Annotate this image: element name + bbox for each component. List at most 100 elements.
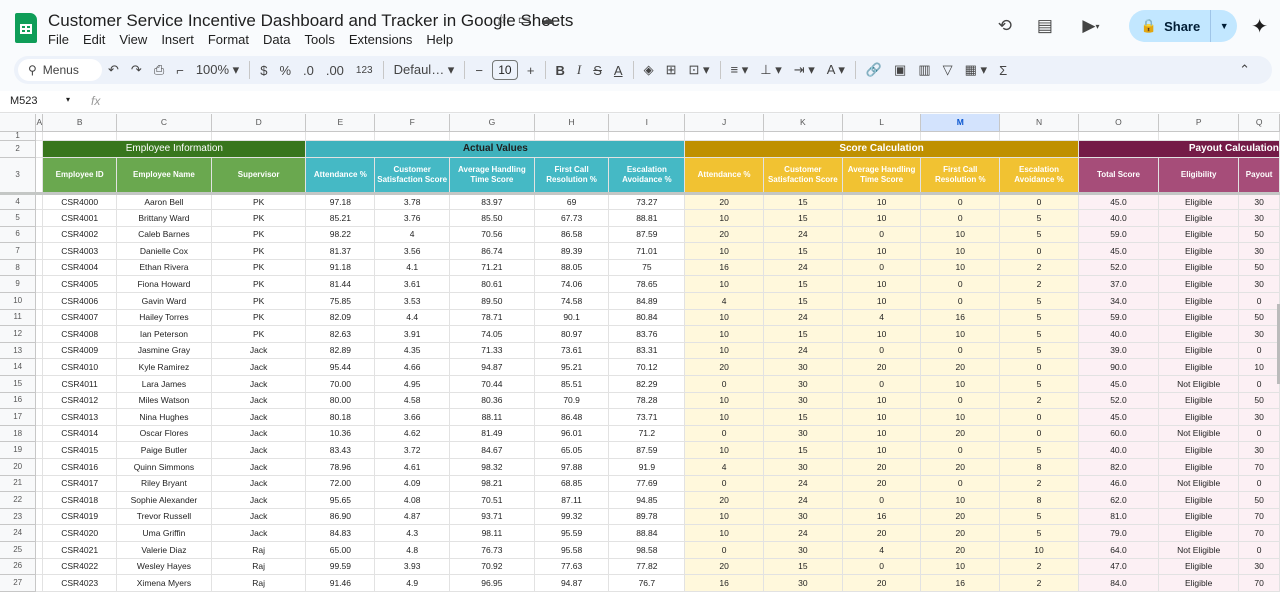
cell[interactable] bbox=[35, 242, 44, 260]
redo-icon[interactable]: ↷ bbox=[125, 62, 148, 78]
table-cell[interactable]: 2 bbox=[999, 392, 1079, 410]
table-cell[interactable]: Jack bbox=[211, 491, 307, 509]
font-select[interactable]: Defaul… ▾ bbox=[388, 62, 461, 78]
table-cell[interactable]: 0 bbox=[999, 193, 1079, 211]
table-cell[interactable]: 10 bbox=[920, 491, 1001, 509]
table-cell[interactable]: 78.71 bbox=[449, 309, 535, 327]
bold-icon[interactable]: B bbox=[550, 63, 571, 78]
table-cell[interactable]: CSR4019 bbox=[42, 508, 118, 526]
table-cell[interactable]: 3.93 bbox=[374, 558, 451, 576]
table-cell[interactable]: 0 bbox=[684, 375, 764, 393]
row-number[interactable]: 5 bbox=[0, 209, 37, 227]
table-cell[interactable]: 8 bbox=[999, 458, 1079, 476]
table-cell[interactable]: 0 bbox=[842, 375, 922, 393]
table-cell[interactable]: 16 bbox=[684, 259, 764, 277]
table-cell[interactable]: 59.0 bbox=[1078, 226, 1160, 244]
table-cell[interactable]: Jack bbox=[211, 342, 307, 360]
table-cell[interactable]: 20 bbox=[920, 508, 1001, 526]
table-cell[interactable]: 80.00 bbox=[305, 392, 376, 410]
table-cell[interactable]: Caleb Barnes bbox=[116, 226, 212, 244]
table-cell[interactable]: 10 bbox=[842, 275, 922, 294]
table-cell[interactable]: Eligible bbox=[1158, 209, 1240, 227]
table-cell[interactable]: 70.12 bbox=[608, 358, 686, 377]
table-cell[interactable]: 94.85 bbox=[608, 491, 686, 509]
table-cell[interactable]: CSR4001 bbox=[42, 209, 118, 227]
table-cell[interactable]: PK bbox=[211, 193, 307, 211]
table-cell[interactable]: 45.0 bbox=[1078, 408, 1160, 426]
table-cell[interactable]: 79.0 bbox=[1078, 524, 1160, 542]
table-cell[interactable]: 0 bbox=[842, 226, 922, 244]
table-cell[interactable]: Kyle Ramirez bbox=[116, 358, 212, 377]
table-cell[interactable]: 3.91 bbox=[374, 325, 451, 343]
table-cell[interactable]: 90.0 bbox=[1078, 358, 1160, 377]
table-cell[interactable]: 94.87 bbox=[534, 574, 610, 592]
table-cell[interactable]: 91.9 bbox=[608, 458, 686, 476]
column-header-f[interactable]: F bbox=[374, 114, 451, 132]
table-cell[interactable]: 10 bbox=[842, 242, 922, 260]
table-cell[interactable]: 20 bbox=[684, 358, 764, 377]
table-cell[interactable]: Eligible bbox=[1158, 491, 1240, 509]
table-cell[interactable]: PK bbox=[211, 259, 307, 277]
cell[interactable] bbox=[35, 392, 44, 410]
table-cell[interactable]: 73.61 bbox=[534, 342, 610, 360]
cell[interactable] bbox=[35, 574, 44, 592]
table-cell[interactable]: 0 bbox=[1238, 375, 1280, 393]
table-cell[interactable]: Ximena Myers bbox=[116, 574, 212, 592]
decrease-decimal-button[interactable]: .0 bbox=[297, 63, 320, 78]
table-cell[interactable]: Raj bbox=[211, 574, 307, 592]
table-cell[interactable]: PK bbox=[211, 292, 307, 310]
table-cell[interactable]: 4 bbox=[684, 458, 764, 476]
table-cell[interactable]: 4.62 bbox=[374, 425, 451, 443]
cell[interactable] bbox=[35, 226, 44, 244]
table-cell[interactable]: 10 bbox=[842, 392, 922, 410]
table-cell[interactable]: Jack bbox=[211, 441, 307, 459]
table-cell[interactable]: 24 bbox=[763, 309, 843, 327]
table-cell[interactable]: Eligible bbox=[1158, 275, 1240, 294]
table-cell[interactable]: CSR4011 bbox=[42, 375, 118, 393]
table-cell[interactable]: 70.51 bbox=[449, 491, 535, 509]
cell[interactable] bbox=[35, 358, 44, 377]
table-cell[interactable]: 10 bbox=[920, 226, 1001, 244]
table-cell[interactable]: 5 bbox=[999, 375, 1079, 393]
column-header-i[interactable]: I bbox=[608, 114, 686, 132]
header-cell[interactable]: Average Handling Time Score bbox=[842, 157, 922, 195]
share-button[interactable]: 🔒 Share ▼ bbox=[1128, 10, 1238, 42]
table-cell[interactable]: 77.63 bbox=[534, 558, 610, 576]
table-cell[interactable]: 15 bbox=[763, 292, 843, 310]
paint-format-icon[interactable]: ⌐ bbox=[170, 63, 190, 78]
table-cell[interactable]: 71.2 bbox=[608, 425, 686, 443]
group-score-calculation[interactable]: Score Calculation bbox=[684, 140, 1079, 158]
row-number[interactable]: 7 bbox=[0, 242, 37, 260]
table-cell[interactable]: 95.65 bbox=[305, 491, 376, 509]
cell[interactable] bbox=[35, 441, 44, 459]
table-cell[interactable]: 85.50 bbox=[449, 209, 535, 227]
table-cell[interactable]: 83.43 bbox=[305, 441, 376, 459]
table-cell[interactable]: 20 bbox=[842, 574, 922, 592]
table-cell[interactable]: CSR4002 bbox=[42, 226, 118, 244]
table-cell[interactable]: 86.90 bbox=[305, 508, 376, 526]
cell[interactable] bbox=[116, 131, 212, 141]
fill-color-icon[interactable]: ◈ bbox=[638, 62, 660, 78]
table-cell[interactable]: 84.0 bbox=[1078, 574, 1160, 592]
table-cell[interactable]: 15 bbox=[763, 209, 843, 227]
cell[interactable] bbox=[35, 558, 44, 576]
table-cell[interactable]: CSR4007 bbox=[42, 309, 118, 327]
table-cell[interactable]: 40.0 bbox=[1078, 209, 1160, 227]
cell[interactable] bbox=[35, 259, 44, 277]
table-cell[interactable]: 97.18 bbox=[305, 193, 376, 211]
table-cell[interactable]: 3.66 bbox=[374, 408, 451, 426]
table-cell[interactable]: 95.21 bbox=[534, 358, 610, 377]
table-cell[interactable]: 80.97 bbox=[534, 325, 610, 343]
table-cell[interactable]: 30 bbox=[763, 458, 843, 476]
table-cell[interactable]: 10 bbox=[842, 325, 922, 343]
table-cell[interactable]: Eligible bbox=[1158, 342, 1240, 360]
font-size-input[interactable]: 10 bbox=[491, 60, 518, 80]
table-cell[interactable]: 70.44 bbox=[449, 375, 535, 393]
table-cell[interactable]: Jack bbox=[211, 392, 307, 410]
table-cell[interactable]: 4.9 bbox=[374, 574, 451, 592]
cell[interactable] bbox=[35, 524, 44, 542]
table-cell[interactable]: CSR4018 bbox=[42, 491, 118, 509]
table-cell[interactable]: 16 bbox=[684, 574, 764, 592]
cell[interactable] bbox=[920, 131, 1001, 141]
table-cell[interactable]: Raj bbox=[211, 558, 307, 576]
